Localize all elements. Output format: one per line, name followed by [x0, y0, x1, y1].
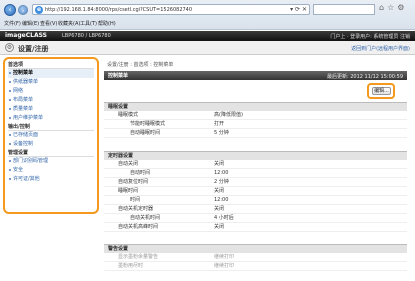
setting-label: 自动睡眠时间: [130, 130, 161, 136]
setting-value: 继续打印: [214, 254, 235, 260]
toolbar-icons[interactable]: ⌂☆⚙: [379, 3, 407, 12]
menu-tools[interactable]: 工具(T): [80, 20, 97, 27]
setting-value: 4 小时后: [214, 215, 234, 221]
setting-value: 关闭: [214, 161, 225, 167]
sidebar-heading-preferences: 首选项: [8, 61, 94, 69]
section-heading: 睡眠设置: [104, 102, 407, 111]
title-bar: ⚙ 设置/注册 返回到门户(远程用户界面): [0, 41, 415, 55]
sidebar-item-layout[interactable]: 布局菜单: [8, 96, 94, 105]
setting-label: 时间: [130, 197, 141, 203]
main-content: 设置/注册 : 首选项 : 控制菜单 控制菜单 最后更新: 2012 11/12…: [104, 57, 407, 281]
address-bar[interactable]: e http://192.168.1.84:8000/rps/csetl.cgi…: [32, 4, 310, 15]
setting-value: 5 分钟: [214, 130, 229, 136]
setting-row: 自动睡眠时间 5 分钟: [104, 129, 407, 138]
setting-label: 节能时睡眠模式: [130, 121, 166, 127]
sidebar-item-license[interactable]: 许可证/其他: [8, 175, 94, 184]
back-button[interactable]: ‹: [4, 4, 16, 16]
sidebar-item-network[interactable]: 网络: [8, 87, 94, 96]
setting-value: 关闭: [214, 224, 225, 230]
panel-header: 控制菜单 最后更新: 2012 11/12 15:00:59: [104, 71, 407, 80]
setting-row: 自动时间 12:00: [104, 169, 407, 178]
last-updated: 最后更新: 2012 11/12 15:00:59: [326, 74, 403, 80]
setting-row: 显示墨粉余量警告 继续打印: [104, 253, 407, 262]
edit-button[interactable]: 编辑...: [372, 87, 391, 95]
browser-toolbar: ‹ › e http://192.168.1.84:8000/rps/csetl…: [0, 0, 415, 30]
settings-icon: ⚙: [5, 43, 14, 52]
menu-edit[interactable]: 编辑(E): [22, 20, 39, 27]
setting-row: 自动关机定时器 关闭: [104, 205, 407, 214]
menu-file[interactable]: 文件(F): [4, 20, 21, 27]
portal-link[interactable]: 返回到门户(远程用户界面): [351, 45, 410, 52]
setting-row: 睡眠模式 高(降低限值): [104, 111, 407, 120]
menu-view[interactable]: 查看(V): [40, 20, 57, 27]
user-info[interactable]: 门户上 · 登录用户: 系统管理员 注销: [330, 33, 410, 40]
favorites-icon[interactable]: ☆: [387, 3, 397, 12]
sidebar-heading-management: 管理设置: [8, 149, 94, 157]
setting-row: 墨粉用尽时 继续打印: [104, 262, 407, 271]
setting-row: 自动复位时间 2 分钟: [104, 178, 407, 187]
setting-value: 12:00: [214, 170, 229, 176]
setting-value: 关闭: [214, 188, 225, 194]
breadcrumb: 设置/注册 : 首选项 : 控制菜单: [107, 62, 174, 68]
setting-value: 2 分钟: [214, 179, 229, 185]
setting-label: 自动关机定时器: [118, 206, 154, 212]
sidebar-item-paper-source[interactable]: 供纸器菜单: [8, 78, 94, 87]
brand-name: imageCLASS: [5, 32, 47, 39]
setting-label: 睡眠模式: [118, 112, 139, 118]
home-icon[interactable]: ⌂: [379, 3, 387, 12]
sidebar-item-quality[interactable]: 质量菜单: [8, 105, 94, 114]
setting-label: 自动关机时间: [130, 215, 161, 221]
sidebar-item-user-maintenance[interactable]: 用户维护菜单: [8, 114, 94, 123]
section-sleep: 睡眠设置 睡眠模式 高(降低限值) 节能时睡眠模式 打开 自动睡眠时间 5 分钟: [104, 102, 407, 138]
setting-label: 自动复位时间: [118, 179, 149, 185]
forward-button[interactable]: ›: [18, 5, 28, 15]
setting-row: 自动关机高峰时间 关闭: [104, 223, 407, 232]
section-warning: 警告设置 显示墨粉余量警告 继续打印 墨粉用尽时 继续打印: [104, 244, 407, 271]
setting-label: 睡眠时间: [118, 188, 139, 194]
setting-row: 时间 12:00: [104, 196, 407, 205]
browser-logo-icon: e: [35, 6, 43, 14]
setting-value: 高(降低限值): [214, 112, 243, 118]
setting-value: 继续打印: [214, 263, 235, 269]
setting-label: 墨粉用尽时: [118, 263, 144, 269]
menu-help[interactable]: 帮助(H): [98, 20, 116, 27]
sidebar-item-security[interactable]: 安全: [8, 166, 94, 175]
sidebar-heading-output: 输出/控制: [8, 123, 94, 131]
section-timer: 定时器设置 自动关闭 关闭 自动时间 12:00 自动复位时间 2 分钟 睡眠时间 关闭…: [104, 151, 407, 232]
refresh-icon[interactable]: ▾ ⟳ ✕: [290, 6, 307, 13]
page-title: 设置/注册: [18, 45, 49, 53]
sidebar-item-control-menu[interactable]: 控制菜单: [8, 69, 94, 78]
sidebar: 首选项 控制菜单 供纸器菜单 网络 布局菜单 质量菜单 用户维护菜单 输出/控制…: [3, 57, 99, 214]
menu-bar: 文件(F) 编辑(E) 查看(V) 收藏夹(A) 工具(T) 帮助(H): [0, 19, 415, 29]
menu-favorites[interactable]: 收藏夹(A): [58, 20, 80, 27]
setting-label: 显示墨粉余量警告: [118, 254, 159, 260]
url-text[interactable]: http://192.168.1.84:8000/rps/csetl.cgi?C…: [45, 7, 192, 13]
setting-label: 自动关闭: [118, 161, 139, 167]
gear-icon[interactable]: ⚙: [397, 3, 407, 12]
setting-row: 睡眠时间 关闭: [104, 187, 407, 196]
sidebar-item-stored-pages[interactable]: 已存储页面: [8, 131, 94, 140]
model-name: LBP6780 / LBP6780: [62, 33, 111, 39]
edit-highlight: 编辑...: [367, 83, 395, 99]
setting-value: 12:00: [214, 197, 229, 203]
setting-row: 自动关闭 关闭: [104, 160, 407, 169]
setting-label: 自动时间: [130, 170, 151, 176]
search-input[interactable]: [313, 4, 375, 15]
setting-label: 自动关机高峰时间: [118, 224, 159, 230]
setting-value: 关闭: [214, 206, 225, 212]
setting-value: 打开: [214, 121, 225, 127]
section-heading: 警告设置: [104, 244, 407, 253]
sidebar-item-device-control[interactable]: 设备控制: [8, 140, 94, 149]
setting-row: 节能时睡眠模式 打开: [104, 120, 407, 129]
setting-row: 自动关机时间 4 小时后: [104, 214, 407, 223]
sidebar-item-department-id[interactable]: 部门识别码管理: [8, 157, 94, 166]
panel-title: 控制菜单: [108, 73, 129, 79]
brand-bar: imageCLASS LBP6780 / LBP6780 门户上 · 登录用户:…: [0, 31, 415, 41]
section-heading: 定时器设置: [104, 151, 407, 160]
